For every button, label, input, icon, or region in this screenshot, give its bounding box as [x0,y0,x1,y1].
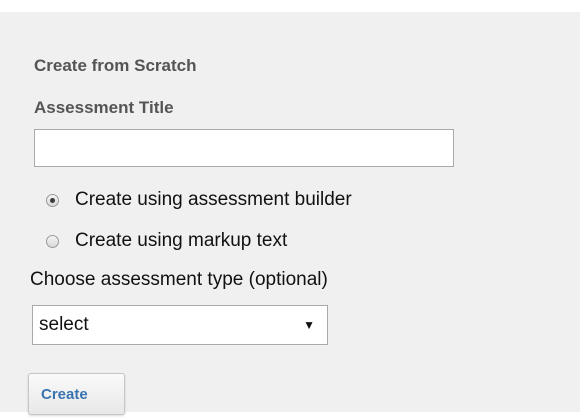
section-heading: Create from Scratch [34,56,197,75]
assessment-type-selected-value: select [39,314,89,335]
assessment-type-select[interactable]: select ▼ [32,305,328,345]
radio-label-markup-text: Create using markup text [75,230,288,251]
assessment-type-label: Choose assessment type (optional) [30,269,328,290]
radio-label-assessment-builder: Create using assessment builder [75,189,352,210]
chevron-down-icon: ▼ [303,318,315,332]
radio-button-markup-text[interactable] [46,234,59,248]
radio-option-markup-text[interactable]: Create using markup text [46,230,287,252]
radio-option-assessment-builder[interactable]: Create using assessment builder [46,189,352,211]
assessment-title-label: Assessment Title [34,98,174,117]
assessment-title-input[interactable] [34,129,454,167]
create-button[interactable]: Create [28,373,125,415]
radio-button-assessment-builder[interactable] [46,193,59,207]
create-from-scratch-panel: Create from Scratch Assessment Title Cre… [0,12,580,415]
